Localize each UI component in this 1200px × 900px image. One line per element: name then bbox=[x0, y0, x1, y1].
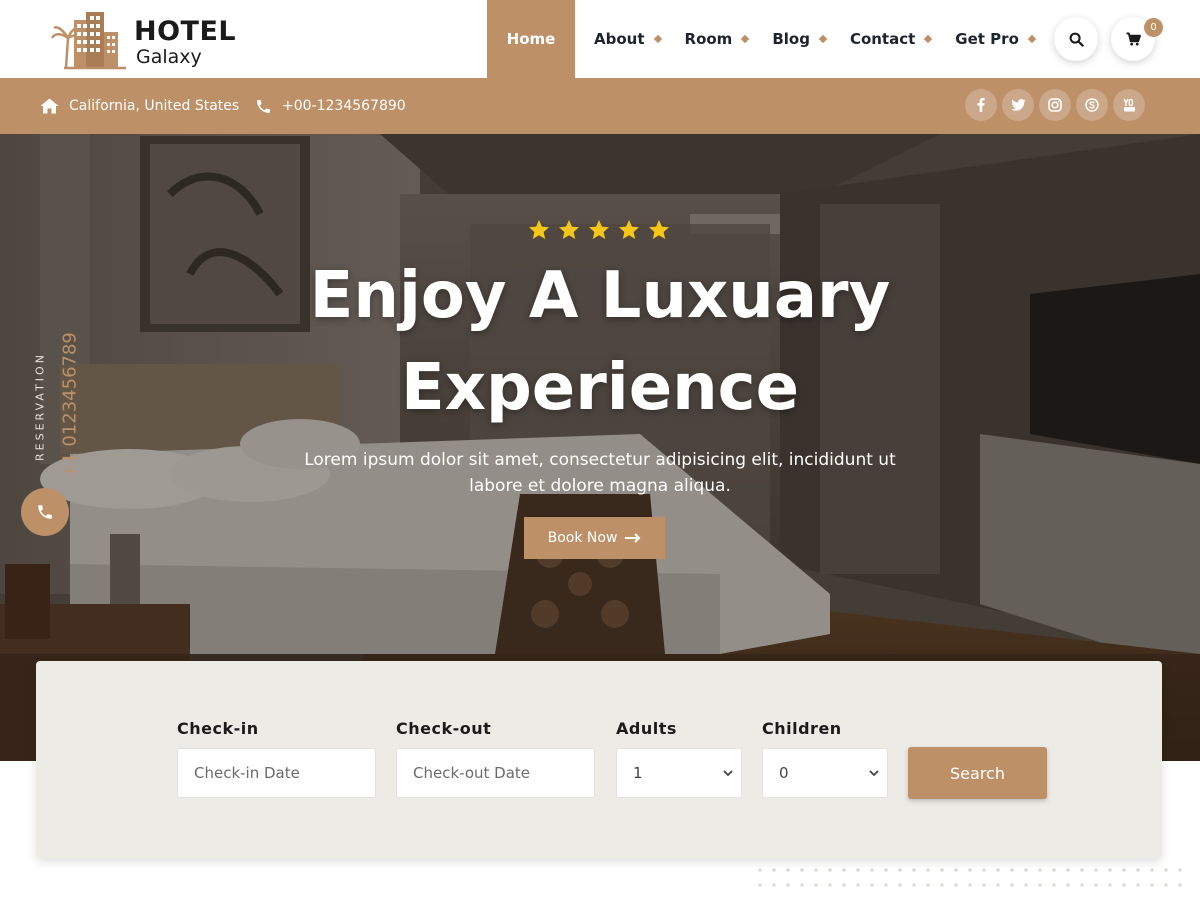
instagram-icon bbox=[1048, 98, 1062, 112]
hero-title-line: Enjoy A Luxuary bbox=[309, 259, 891, 333]
chevron-down-icon bbox=[723, 769, 733, 776]
hero-title-line: Experience bbox=[400, 351, 800, 425]
phone-icon bbox=[38, 505, 52, 519]
twitter-icon bbox=[1010, 99, 1026, 111]
location-text: California, United States bbox=[69, 98, 240, 114]
book-now-button[interactable]: Book Now bbox=[524, 517, 665, 559]
arrow-right-icon bbox=[625, 533, 641, 543]
star-icon bbox=[619, 220, 639, 239]
nav-label: Home bbox=[506, 30, 556, 48]
dropdown-diamond-icon bbox=[1027, 34, 1037, 44]
reservation-sidebar: RESERVATION +1 0123456789 bbox=[20, 300, 81, 490]
checkout-placeholder: Check-out Date bbox=[413, 764, 531, 782]
booking-search-button[interactable]: Search bbox=[908, 747, 1047, 799]
book-now-label: Book Now bbox=[547, 530, 618, 546]
checkin-date-input[interactable]: Check-in Date bbox=[177, 748, 376, 798]
star-icon bbox=[649, 220, 669, 239]
location-info: California, United States bbox=[40, 78, 239, 134]
twitter-button[interactable] bbox=[1002, 89, 1034, 121]
star-icon bbox=[559, 220, 579, 239]
social-links bbox=[965, 89, 1150, 121]
adults-select[interactable]: 1 bbox=[616, 748, 742, 798]
hero-description: Lorem ipsum dolor sit amet, consectetur … bbox=[255, 447, 945, 499]
youtube-button[interactable] bbox=[1113, 89, 1145, 121]
children-label: Children bbox=[762, 719, 842, 738]
nav-label: Contact bbox=[849, 30, 916, 48]
reservation-label: RESERVATION bbox=[33, 352, 47, 461]
youtube-icon bbox=[1122, 98, 1135, 112]
nav-item-home[interactable]: Home bbox=[487, 0, 575, 78]
logo-title: HOTEL bbox=[134, 16, 237, 47]
cart-icon bbox=[1126, 32, 1141, 46]
hero-description-line: Lorem ipsum dolor sit amet, consectetur … bbox=[304, 450, 896, 470]
facebook-button[interactable] bbox=[965, 89, 997, 121]
chevron-down-icon bbox=[869, 769, 879, 776]
decorative-dots bbox=[758, 868, 1182, 887]
dropdown-diamond-icon bbox=[741, 34, 750, 44]
hotel-building-icon bbox=[50, 12, 126, 70]
nav-label: Blog bbox=[772, 30, 810, 48]
search-icon bbox=[1069, 32, 1084, 47]
dropdown-diamond-icon bbox=[653, 34, 662, 44]
site-header: HOTEL Galaxy Home About Room Blog Contac… bbox=[0, 0, 1200, 78]
checkin-label: Check-in bbox=[177, 719, 259, 738]
skype-button[interactable] bbox=[1076, 89, 1108, 121]
facebook-icon bbox=[977, 98, 985, 112]
rating-stars bbox=[527, 218, 677, 242]
adults-label: Adults bbox=[616, 719, 677, 738]
star-icon bbox=[589, 220, 609, 239]
checkin-placeholder: Check-in Date bbox=[194, 764, 300, 782]
children-select[interactable]: 0 bbox=[762, 748, 888, 798]
instagram-button[interactable] bbox=[1039, 89, 1071, 121]
nav-label: Room bbox=[684, 30, 733, 48]
site-logo[interactable]: HOTEL Galaxy bbox=[50, 8, 250, 70]
phone-info: +00-1234567890 bbox=[255, 78, 406, 134]
booking-search-label: Search bbox=[950, 763, 1005, 783]
adults-value: 1 bbox=[633, 764, 643, 782]
reservation-phone: +1 0123456789 bbox=[59, 332, 81, 479]
nav-item-get-pro[interactable]: Get Pro bbox=[955, 0, 1037, 78]
star-icon bbox=[529, 220, 549, 239]
nav-label: Get Pro bbox=[955, 30, 1019, 48]
nav-item-about[interactable]: About bbox=[594, 0, 662, 78]
logo-subtitle: Galaxy bbox=[136, 46, 202, 68]
header-search-button[interactable] bbox=[1054, 17, 1098, 61]
phone-icon bbox=[257, 99, 270, 113]
nav-item-contact[interactable]: Contact bbox=[849, 0, 933, 78]
booking-form: Check-in Check-in Date Check-out Check-o… bbox=[36, 661, 1162, 858]
dropdown-diamond-icon bbox=[924, 34, 933, 44]
call-button[interactable] bbox=[21, 488, 69, 536]
checkout-label: Check-out bbox=[396, 719, 492, 738]
hero-title: Enjoy A Luxuary Experience bbox=[250, 250, 950, 434]
skype-icon bbox=[1085, 98, 1099, 112]
phone-text: +00-1234567890 bbox=[282, 98, 406, 114]
cart-count-badge: 0 bbox=[1144, 18, 1163, 37]
checkout-date-input[interactable]: Check-out Date bbox=[396, 748, 595, 798]
nav-label: About bbox=[594, 30, 645, 48]
dropdown-diamond-icon bbox=[818, 34, 828, 44]
nav-item-room[interactable]: Room bbox=[684, 0, 750, 78]
hero-description-line: labore et dolore magna aliqua. bbox=[469, 476, 731, 496]
nav-item-blog[interactable]: Blog bbox=[772, 0, 828, 78]
home-icon bbox=[40, 98, 59, 114]
children-value: 0 bbox=[779, 764, 789, 782]
main-nav: Home About Room Blog Contact Get Pro bbox=[487, 0, 1037, 78]
